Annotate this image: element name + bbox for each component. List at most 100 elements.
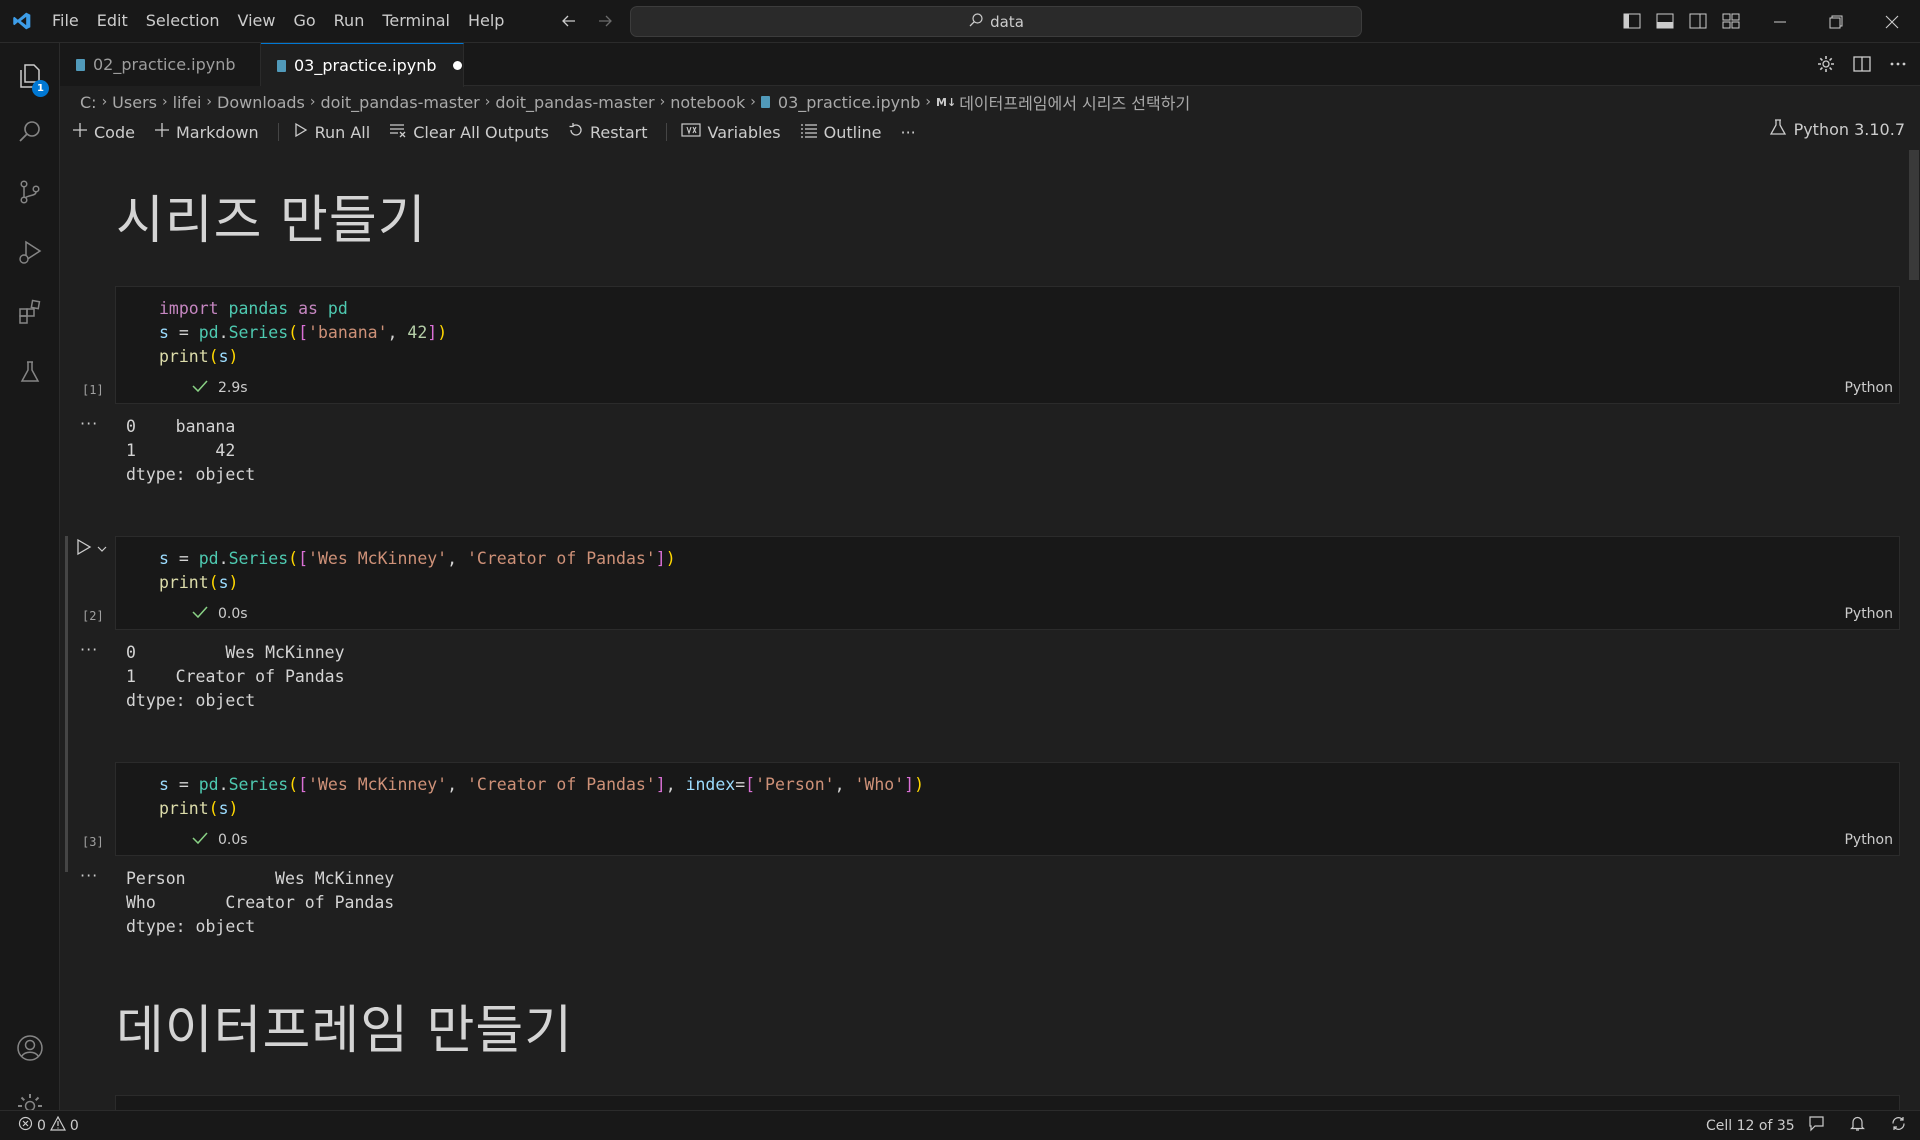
output-more-button[interactable]: ··· xyxy=(80,414,98,433)
menu-file[interactable]: File xyxy=(43,6,88,36)
run-all-button[interactable]: Run All xyxy=(293,122,370,142)
variables-button[interactable]: Variables xyxy=(681,122,781,142)
restart-kernel-button[interactable]: Restart xyxy=(568,122,647,142)
menu-run[interactable]: Run xyxy=(325,6,374,36)
output-more-button[interactable]: ··· xyxy=(80,866,98,885)
search-icon xyxy=(968,12,984,32)
menu-edit[interactable]: Edit xyxy=(88,6,137,36)
toggle-secondary-sidebar-icon[interactable] xyxy=(1686,9,1709,33)
clear-all-outputs-button[interactable]: Clear All Outputs xyxy=(389,122,549,142)
cell-language-label[interactable]: Python xyxy=(1844,606,1893,622)
editor-tab-bar: 02_practice.ipynb 03_practice.ipynb xyxy=(60,43,1920,87)
notebook-toolbar: Code Markdown Run All Clear All Outputs … xyxy=(72,118,1912,146)
outline-button[interactable]: Outline xyxy=(800,122,882,142)
close-window-icon[interactable] xyxy=(1864,0,1920,43)
chevron-right-icon: › xyxy=(484,94,491,110)
toggle-panel-icon[interactable] xyxy=(1653,9,1676,33)
output-line: dtype: object xyxy=(126,691,256,710)
output-line: dtype: object xyxy=(126,465,256,484)
kernel-picker-button[interactable]: Python 3.10.7 xyxy=(1769,118,1905,140)
breadcrumb-item[interactable]: lifei xyxy=(173,93,202,112)
code-cell[interactable]: s = pd.Series(['Wes McKinney', 'Creator … xyxy=(115,762,1900,856)
accounts-icon[interactable] xyxy=(0,1020,60,1076)
check-icon xyxy=(192,605,208,623)
run-cell-play-icon xyxy=(76,538,92,560)
notebook-settings-gear-icon[interactable] xyxy=(1816,54,1836,78)
menu-terminal[interactable]: Terminal xyxy=(373,6,459,36)
toolbar-divider xyxy=(666,123,668,141)
breadcrumb-item[interactable]: C: xyxy=(80,93,97,112)
menu-help[interactable]: Help xyxy=(459,6,513,36)
cell-focus-indicator xyxy=(65,536,68,872)
customize-layout-icon[interactable] xyxy=(1719,9,1742,33)
back-arrow-icon[interactable] xyxy=(558,8,580,34)
minimize-window-icon[interactable] xyxy=(1752,0,1808,43)
toggle-primary-sidebar-icon[interactable] xyxy=(1620,9,1643,33)
code-line: s = pd.Series(['Wes McKinney', 'Creator … xyxy=(159,775,925,794)
execution-time: 0.0s xyxy=(218,832,248,848)
menu-view[interactable]: View xyxy=(229,6,285,36)
add-markdown-cell-button[interactable]: Markdown xyxy=(154,122,259,142)
explorer-badge: 1 xyxy=(32,80,49,97)
output-line: 1 42 xyxy=(126,441,236,460)
vscode-logo-icon[interactable] xyxy=(0,0,43,43)
tab-03-practice[interactable]: 03_practice.ipynb xyxy=(261,43,464,87)
scrollbar-track[interactable] xyxy=(1908,150,1920,1110)
toolbar-divider xyxy=(277,123,279,141)
add-code-cell-button[interactable]: Code xyxy=(72,122,135,142)
execution-time: 0.0s xyxy=(218,606,248,622)
breadcrumb-item[interactable]: doit_pandas-master xyxy=(495,93,654,112)
breadcrumb-item[interactable]: notebook xyxy=(670,93,745,112)
code-cell[interactable] xyxy=(115,1095,1900,1110)
execution-count: [2] xyxy=(82,609,104,623)
more-actions-icon[interactable] xyxy=(1888,54,1908,78)
cell-execution-status: 0.0s xyxy=(192,831,248,849)
breadcrumb-item[interactable]: doit_pandas-master xyxy=(321,93,480,112)
output-line: Person Wes McKinney xyxy=(126,869,395,888)
menu-selection[interactable]: Selection xyxy=(137,6,229,36)
command-center-text: data xyxy=(990,12,1024,31)
menu-go[interactable]: Go xyxy=(284,6,324,36)
notebook-editor: 시리즈 만들기 import pandas as pd s = pd.Serie… xyxy=(60,150,1904,1110)
error-count: 0 xyxy=(37,1117,46,1134)
cell-language-label[interactable]: Python xyxy=(1844,380,1893,396)
chevron-right-icon: › xyxy=(309,94,316,110)
notifications-bell-icon[interactable] xyxy=(1849,1115,1866,1136)
forward-arrow-icon[interactable] xyxy=(594,8,616,34)
scrollbar-thumb[interactable] xyxy=(1909,150,1919,280)
sync-icon[interactable] xyxy=(1890,1115,1907,1136)
breadcrumb-item[interactable]: 데이터프레임에서 시리즈 선택하기 xyxy=(959,90,1190,114)
split-editor-icon[interactable] xyxy=(1852,54,1872,78)
breadcrumb-item[interactable]: Users xyxy=(112,93,157,112)
toolbar-more-button[interactable]: ··· xyxy=(901,123,916,142)
extensions-icon[interactable] xyxy=(0,284,60,340)
cell-language-label[interactable]: Python xyxy=(1844,832,1893,848)
unsaved-dot-icon[interactable] xyxy=(452,61,462,70)
run-debug-icon[interactable] xyxy=(0,224,60,280)
search-view-icon[interactable] xyxy=(0,104,60,160)
cell-execution-status: 2.9s xyxy=(192,379,248,397)
status-bar: 0 0 Cell 12 of 35 xyxy=(0,1110,1920,1140)
output-more-button[interactable]: ··· xyxy=(80,640,98,659)
chevron-right-icon: › xyxy=(161,94,168,110)
breadcrumb-item[interactable]: Downloads xyxy=(217,93,305,112)
check-icon xyxy=(192,379,208,397)
testing-flask-icon[interactable] xyxy=(0,344,60,400)
code-line: s = pd.Series(['banana', 42]) xyxy=(159,323,448,342)
problems-indicator[interactable]: 0 0 xyxy=(18,1115,79,1135)
code-cell[interactable]: import pandas as pd s = pd.Series(['bana… xyxy=(115,286,1900,404)
chevron-down-icon[interactable] xyxy=(96,540,108,559)
tab-02-practice[interactable]: 02_practice.ipynb xyxy=(60,43,261,86)
chevron-right-icon: › xyxy=(101,94,108,110)
cell-position-indicator[interactable]: Cell 12 of 35 xyxy=(1706,1118,1795,1134)
run-cell-button[interactable] xyxy=(76,538,108,560)
restore-window-icon[interactable] xyxy=(1808,0,1864,43)
plus-icon xyxy=(154,122,170,142)
output-line: 0 banana xyxy=(126,417,236,436)
breadcrumb-item[interactable]: 03_practice.ipynb xyxy=(778,93,921,112)
code-cell[interactable]: s = pd.Series(['Wes McKinney', 'Creator … xyxy=(115,536,1900,630)
feedback-icon[interactable] xyxy=(1808,1115,1825,1136)
command-center-search[interactable]: data xyxy=(630,6,1362,37)
source-control-icon[interactable] xyxy=(0,164,60,220)
explorer-icon[interactable]: 1 xyxy=(0,48,60,104)
